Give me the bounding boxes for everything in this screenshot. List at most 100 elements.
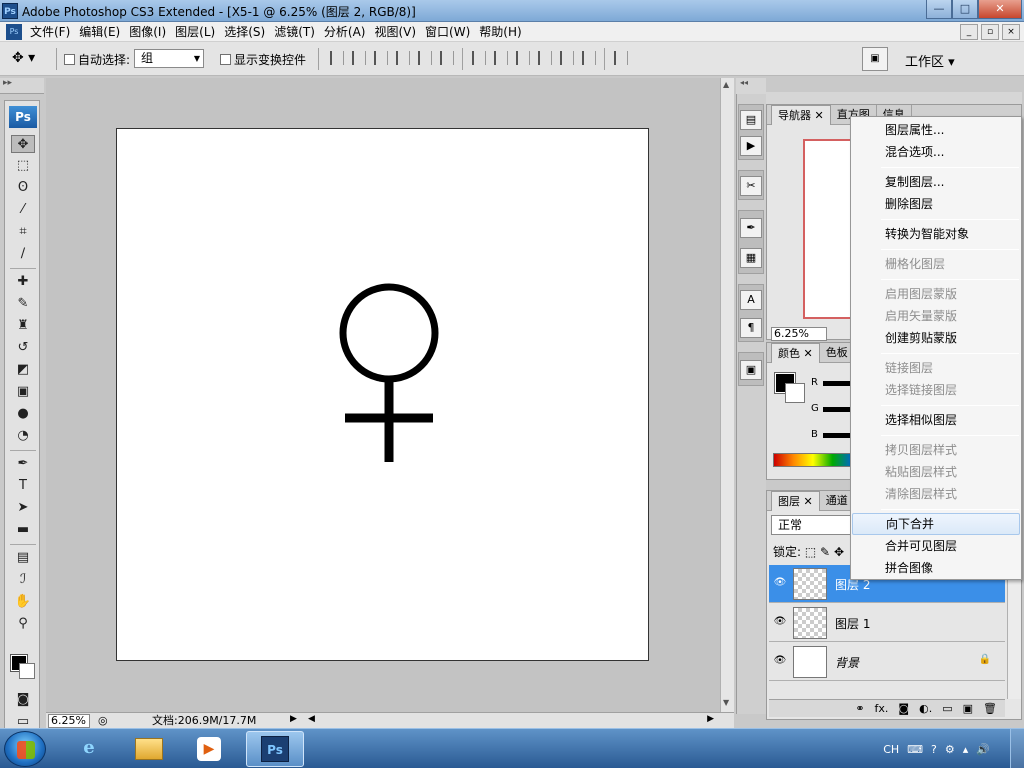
distribute-hcenter-icon[interactable] (560, 51, 574, 65)
scroll-up-icon[interactable]: ▲ (723, 80, 729, 89)
menu-window[interactable]: 窗口(W) (423, 24, 477, 40)
actions-panel-icon[interactable]: ▶ (740, 136, 762, 156)
shape-tool-icon[interactable]: ▬ (11, 521, 35, 539)
align-top-icon[interactable] (330, 51, 344, 65)
dodge-tool-icon[interactable]: ◔ (11, 427, 35, 445)
align-left-icon[interactable] (396, 51, 410, 65)
speaker-icon[interactable]: 🔊 (976, 743, 990, 756)
menu-file[interactable]: 文件(F) (28, 24, 77, 40)
menu-select[interactable]: 选择(S) (222, 24, 272, 40)
taskbar-photoshop[interactable]: Ps (246, 731, 304, 767)
align-bottom-icon[interactable] (374, 51, 388, 65)
brush-tool-icon[interactable]: ✎ (11, 295, 35, 313)
eraser-tool-icon[interactable]: ◩ (11, 361, 35, 379)
menu-edit[interactable]: 编辑(E) (77, 24, 127, 40)
vertical-scrollbar[interactable]: ▲ ▼ (720, 78, 734, 712)
show-desktop-button[interactable] (1010, 729, 1024, 768)
layer-row[interactable]: 👁 图层 1 (769, 604, 1005, 642)
menu-item-layer-properties[interactable]: 图层属性... (852, 119, 1020, 141)
panels-header[interactable] (766, 92, 1022, 104)
hscroll-right-icon[interactable]: ▶ (707, 714, 714, 724)
menu-item-create-clipping-mask[interactable]: 创建剪贴蒙版 (852, 327, 1020, 349)
align-vcenter-icon[interactable] (352, 51, 366, 65)
menu-item-blending-options[interactable]: 混合选项... (852, 141, 1020, 163)
quick-mask-icon[interactable]: ◙ (11, 691, 35, 709)
doc-minimize-button[interactable]: _ (960, 24, 978, 40)
auto-select-dropdown[interactable]: 组 ▼ (134, 49, 204, 68)
visibility-eye-icon[interactable]: 👁 (773, 655, 787, 666)
doc-restore-button[interactable]: ▫ (981, 24, 999, 40)
pen-tool-icon[interactable]: ✒ (11, 455, 35, 473)
blur-tool-icon[interactable]: ● (11, 405, 35, 423)
distribute-bottom-icon[interactable] (516, 51, 530, 65)
help-icon[interactable]: ? (931, 743, 937, 756)
background-color-swatch[interactable] (19, 663, 35, 679)
distribute-top-icon[interactable] (472, 51, 486, 65)
distribute-left-icon[interactable] (538, 51, 552, 65)
character-panel-icon[interactable]: A (740, 290, 762, 310)
trash-icon[interactable]: 🗑 (983, 700, 997, 717)
panel-strip-header[interactable]: ◂◂ (736, 78, 766, 94)
brushes-panel-icon[interactable]: ✒ (740, 218, 762, 238)
status-arrow-icon[interactable]: ▶ (290, 714, 297, 724)
menu-item-flatten-image[interactable]: 拼合图像 (852, 557, 1020, 579)
start-button[interactable] (4, 731, 46, 767)
doc-close-button[interactable]: × (1002, 24, 1020, 40)
layers-scrollbar[interactable] (1007, 571, 1021, 699)
menu-item-convert-smart-object[interactable]: 转换为智能对象 (852, 223, 1020, 245)
add-mask-icon[interactable]: ◙ (898, 700, 909, 717)
layer-thumbnail[interactable] (793, 607, 827, 639)
document-icon[interactable]: Ps (6, 24, 22, 40)
channel-g-slider[interactable] (823, 407, 853, 412)
tab-navigator[interactable]: 导航器 ✕ (771, 105, 831, 125)
visibility-eye-icon[interactable]: 👁 (773, 616, 787, 627)
minimize-button[interactable]: — (926, 0, 952, 19)
hscroll-left-icon[interactable]: ◀ (308, 714, 315, 724)
taskbar-explorer[interactable] (122, 731, 176, 767)
distribute-vcenter-icon[interactable] (494, 51, 508, 65)
menu-item-delete-layer[interactable]: 删除图层 (852, 193, 1020, 215)
layer-thumbnail[interactable] (793, 646, 827, 678)
layer-style-icon[interactable]: fx. (875, 700, 889, 717)
language-indicator[interactable]: CH (883, 743, 899, 756)
paragraph-panel-icon[interactable]: ¶ (740, 318, 762, 338)
menu-item-merge-visible[interactable]: 合并可见图层 (852, 535, 1020, 557)
maximize-button[interactable]: □ (952, 0, 978, 19)
taskbar-media-player[interactable]: ▶ (182, 731, 236, 767)
menu-filter[interactable]: 滤镜(T) (272, 24, 322, 40)
taskbar-internet-explorer[interactable]: e (62, 731, 116, 767)
layer-thumbnail[interactable] (793, 568, 827, 600)
settings-icon[interactable]: ⚙ (945, 743, 955, 756)
photoshop-logo[interactable]: Ps (9, 106, 37, 128)
magic-wand-tool-icon[interactable]: ⁄ (11, 201, 35, 219)
hand-tool-icon[interactable]: ✋ (11, 593, 35, 611)
lock-pixels-icon[interactable]: ✎ (820, 545, 830, 559)
healing-brush-tool-icon[interactable]: ✚ (11, 273, 35, 291)
slice-tool-icon[interactable]: ∕ (11, 245, 35, 263)
move-tool-icon[interactable]: ✥ (11, 135, 35, 153)
color-background-swatch[interactable] (785, 383, 805, 403)
document-canvas[interactable] (116, 128, 649, 661)
visibility-eye-icon[interactable]: 👁 (773, 577, 787, 588)
channel-b-slider[interactable] (823, 433, 853, 438)
clone-source-icon[interactable]: ▦ (740, 248, 762, 268)
history-brush-tool-icon[interactable]: ↺ (11, 339, 35, 357)
eyedropper-tool-icon[interactable]: ℐ (11, 571, 35, 589)
menu-view[interactable]: 视图(V) (372, 24, 423, 40)
zoom-field[interactable]: 6.25% (48, 714, 90, 728)
menu-help[interactable]: 帮助(H) (477, 24, 528, 40)
tray-arrow-icon[interactable]: ▴ (963, 743, 969, 756)
history-panel-icon[interactable]: ▤ (740, 110, 762, 130)
keyboard-icon[interactable]: ⌨ (907, 743, 923, 756)
layer-comps-icon[interactable]: ▣ (740, 360, 762, 380)
workspace-menu[interactable]: 工作区 ▾ (905, 51, 955, 70)
status-menu-icon[interactable]: ◎ (98, 714, 108, 727)
lock-position-icon[interactable]: ✥ (834, 545, 844, 559)
auto-align-icon[interactable] (614, 51, 628, 65)
clone-stamp-tool-icon[interactable]: ♜ (11, 317, 35, 335)
distribute-right-icon[interactable] (582, 51, 596, 65)
layer-row[interactable]: 👁 背景 🔒 (769, 643, 1005, 681)
path-selection-tool-icon[interactable]: ➤ (11, 499, 35, 517)
menu-item-select-similar-layers[interactable]: 选择相似图层 (852, 409, 1020, 431)
channel-r-slider[interactable] (823, 381, 853, 386)
